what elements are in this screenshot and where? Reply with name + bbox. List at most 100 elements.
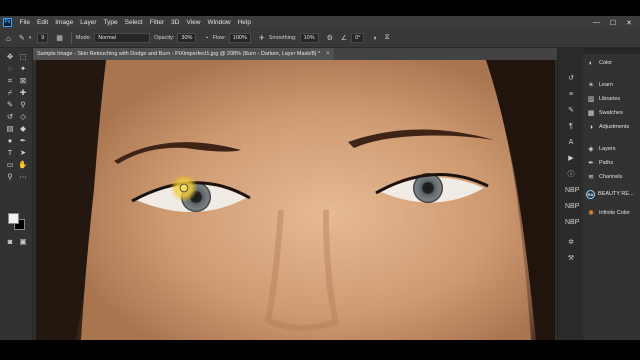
brush-presets-icon[interactable]: ✎ bbox=[565, 106, 577, 116]
eraser-tool-icon[interactable]: ◇ bbox=[17, 111, 29, 122]
eyedropper-tool-icon[interactable]: ⌿ bbox=[4, 87, 16, 98]
type-tool-icon[interactable]: T bbox=[4, 147, 16, 158]
portrait-photo bbox=[36, 60, 555, 340]
libraries-icon: ▥ bbox=[587, 96, 595, 103]
menu-bar: Ps File Edit Image Layer Type Select Fil… bbox=[0, 16, 640, 29]
panel-layers[interactable]: ◈ Layers bbox=[586, 144, 640, 154]
panel-channels[interactable]: ≋ Channels bbox=[586, 172, 640, 182]
healing-brush-tool-icon[interactable]: ✚ bbox=[17, 87, 29, 98]
pressure-size-icon[interactable]: ◑ bbox=[372, 35, 376, 42]
menu-view[interactable]: View bbox=[183, 19, 204, 26]
menu-help[interactable]: Help bbox=[234, 19, 254, 26]
document-tab-bar: Sample Image - Skin Retouching with Dodg… bbox=[33, 48, 557, 60]
dodge-tool-icon[interactable]: ● bbox=[4, 135, 16, 146]
clone-stamp-tool-icon[interactable]: ⚲ bbox=[17, 99, 29, 110]
move-tool-icon[interactable]: ✥ bbox=[4, 51, 16, 62]
pen-tool-icon[interactable]: ✒ bbox=[17, 135, 29, 146]
panel-paths-label: Paths bbox=[599, 160, 614, 166]
menu-image[interactable]: Image bbox=[52, 19, 77, 26]
edit-toolbar-icon[interactable]: ⋯ bbox=[17, 171, 29, 182]
tool-preset-caret-icon[interactable]: ▾ bbox=[29, 35, 32, 41]
menu-select[interactable]: Select bbox=[121, 19, 146, 26]
panel-libraries[interactable]: ▥ Libraries bbox=[586, 94, 640, 104]
panel-learn[interactable]: ☀ Learn bbox=[586, 80, 640, 90]
airbrush-icon[interactable]: ✈ bbox=[259, 34, 265, 42]
menu-3d[interactable]: 3D bbox=[168, 19, 183, 26]
close-button[interactable]: ✕ bbox=[626, 19, 632, 27]
photoshop-logo: Ps bbox=[3, 18, 12, 27]
flow-field[interactable]: 100% bbox=[228, 33, 251, 43]
panel-swatches[interactable]: ▦ Swatches bbox=[586, 108, 640, 118]
brush-size-field[interactable]: 9 bbox=[37, 33, 49, 43]
gradient-tool-icon[interactable]: ▤ bbox=[4, 123, 16, 134]
letterbox-bottom bbox=[0, 340, 640, 360]
quick-select-tool-icon[interactable]: ✦ bbox=[17, 63, 29, 74]
history-brush-tool-icon[interactable]: ↺ bbox=[4, 111, 16, 122]
opacity-label: Opacity: bbox=[154, 35, 175, 41]
crop-tool-icon[interactable]: ⌗ bbox=[4, 75, 16, 86]
brush-tool-icon[interactable]: ✎ bbox=[4, 99, 16, 110]
close-document-icon[interactable]: × bbox=[326, 51, 330, 57]
panel-color[interactable]: ◐ Color bbox=[586, 58, 640, 68]
zoom-tool-icon[interactable]: ⚲ bbox=[4, 171, 16, 182]
history-panel-icon[interactable]: ↺ bbox=[565, 74, 577, 84]
plugin-gear-icon[interactable]: ✲ bbox=[565, 238, 577, 248]
character-panel-icon[interactable]: A bbox=[565, 138, 577, 148]
mode-select[interactable]: Normal bbox=[94, 33, 151, 43]
nbp-plugin-icon-1[interactable]: NBP bbox=[565, 186, 579, 196]
path-selection-tool-icon[interactable]: ➤ bbox=[17, 147, 29, 158]
maximize-button[interactable]: ☐ bbox=[610, 19, 616, 27]
screen-mode-icon[interactable]: ▣ bbox=[17, 236, 29, 247]
home-icon[interactable]: ⌂ bbox=[6, 34, 11, 43]
panel-beauty-retouch[interactable]: RA BEAUTY RE... bbox=[586, 189, 640, 199]
infinite-color-icon: ✺ bbox=[588, 210, 594, 217]
symmetry-icon[interactable]: ⧖ bbox=[385, 34, 390, 42]
menu-layer[interactable]: Layer bbox=[77, 19, 100, 26]
smoothing-label: Smoothing: bbox=[268, 35, 297, 41]
quick-mask-icon[interactable]: ◙ bbox=[4, 236, 16, 247]
smoothing-options-gear-icon[interactable]: ⚙ bbox=[327, 34, 333, 42]
photoshop-window: Ps File Edit Image Layer Type Select Fil… bbox=[0, 16, 640, 340]
letterbox-top bbox=[0, 0, 640, 16]
actions-panel-icon[interactable]: ▶ bbox=[565, 154, 577, 164]
learn-icon: ☀ bbox=[587, 82, 595, 89]
shape-tool-icon[interactable]: ▭ bbox=[4, 159, 16, 170]
brush-cursor-highlight bbox=[170, 174, 198, 202]
marquee-tool-icon[interactable]: ⬚ bbox=[17, 51, 29, 62]
panel-list: ◐ Color ☀ Learn ▥ Libraries ▦ Swatches ◑… bbox=[583, 48, 640, 340]
hand-tool-icon[interactable]: ✋ bbox=[17, 159, 29, 170]
properties-panel-icon[interactable]: ≡ bbox=[565, 90, 577, 100]
panel-adjustments[interactable]: ◑ Adjustments bbox=[586, 122, 640, 132]
nbp-plugin-icon-3[interactable]: NBP bbox=[565, 218, 579, 228]
options-separator bbox=[70, 32, 72, 44]
brush-settings-icon[interactable]: ▦ bbox=[56, 34, 63, 42]
panel-collapse-bar[interactable] bbox=[583, 48, 640, 54]
brush-tool-icon[interactable]: ✎ bbox=[19, 34, 25, 42]
menu-file[interactable]: File bbox=[16, 19, 33, 26]
panel-layers-label: Layers bbox=[599, 146, 616, 152]
frame-tool-icon[interactable]: ⊠ bbox=[17, 75, 29, 86]
panel-infinite-color[interactable]: ✺ Infinite Color bbox=[586, 208, 640, 218]
foreground-color-swatch[interactable] bbox=[8, 213, 19, 224]
pressure-opacity-icon[interactable]: ◔ bbox=[204, 35, 208, 42]
image-canvas[interactable] bbox=[36, 60, 555, 340]
brush-angle-field[interactable]: 0° bbox=[351, 33, 365, 43]
lasso-tool-icon[interactable]: ◌ bbox=[4, 63, 16, 74]
menu-edit[interactable]: Edit bbox=[33, 19, 51, 26]
panel-libraries-label: Libraries bbox=[599, 96, 621, 102]
beauty-retouch-icon: RA bbox=[586, 189, 595, 199]
panel-paths[interactable]: ✒ Paths bbox=[586, 158, 640, 168]
minimize-button[interactable]: — bbox=[593, 19, 600, 27]
window-controls: — ☐ ✕ bbox=[593, 19, 640, 27]
info-panel-icon[interactable]: ⓘ bbox=[565, 170, 577, 180]
paragraph-panel-icon[interactable]: ¶ bbox=[565, 122, 577, 132]
blur-tool-icon[interactable]: ◆ bbox=[17, 123, 29, 134]
plugin-tool-icon[interactable]: ⚒ bbox=[565, 254, 577, 264]
menu-filter[interactable]: Filter bbox=[146, 19, 167, 26]
opacity-field[interactable]: 30% bbox=[177, 33, 197, 43]
document-tab[interactable]: Sample Image - Skin Retouching with Dodg… bbox=[33, 48, 334, 60]
menu-type[interactable]: Type bbox=[100, 19, 121, 26]
smoothing-field[interactable]: 10% bbox=[299, 33, 319, 43]
nbp-plugin-icon-2[interactable]: NBP bbox=[565, 202, 579, 212]
menu-window[interactable]: Window bbox=[204, 19, 234, 26]
